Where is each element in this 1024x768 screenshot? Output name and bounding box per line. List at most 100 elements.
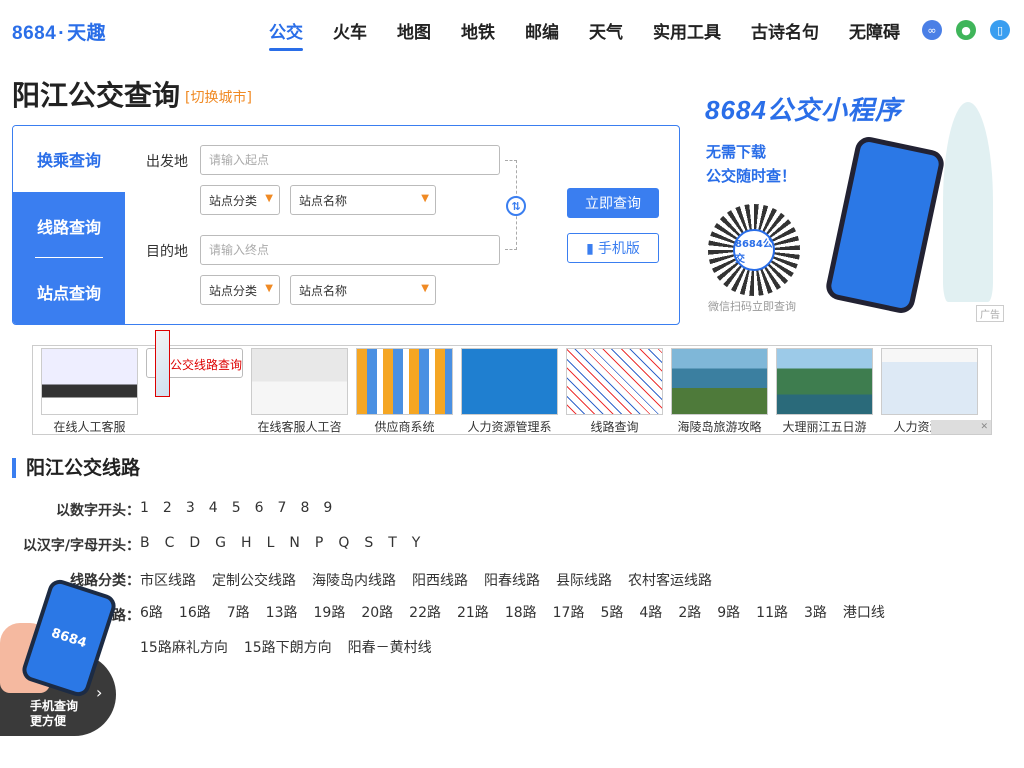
- line-link[interactable]: 19路: [314, 596, 346, 631]
- letter-link[interactable]: S: [364, 535, 373, 555]
- line-link[interactable]: 20路: [361, 596, 393, 631]
- nav-map[interactable]: 地图: [397, 18, 431, 43]
- nav-bus[interactable]: 公交: [269, 18, 303, 51]
- nav-postcode[interactable]: 邮编: [525, 18, 559, 43]
- hot-lines-list: 6路 16路 7路 13路 19路 20路 22路 21路 18路 17路 5路…: [140, 596, 980, 666]
- letter-link[interactable]: N: [289, 535, 299, 555]
- strip-item[interactable]: 在线人工客服: [41, 348, 138, 435]
- digit-index-row: 以数字开头： 1 2 3 4 5 6 7 8 9: [0, 500, 980, 520]
- letter-link[interactable]: T: [388, 535, 397, 555]
- from-station-select[interactable]: 站点名称 ▼: [290, 185, 436, 215]
- strip-item[interactable]: 线路查询: [566, 348, 663, 435]
- line-link[interactable]: 7路: [227, 596, 250, 631]
- strip-item[interactable]: 人力资源管理系: [461, 348, 558, 435]
- ad-subtitle: 无需下载 公交随时查！: [706, 140, 796, 188]
- category-link[interactable]: 市区线路: [140, 570, 196, 590]
- line-link[interactable]: 22路: [409, 596, 441, 631]
- line-link[interactable]: 2路: [678, 596, 701, 631]
- swap-icon[interactable]: ⇅: [506, 196, 526, 216]
- line-link[interactable]: 15路下朗方向: [244, 631, 332, 666]
- mobile-icon[interactable]: ▯: [990, 20, 1010, 40]
- category-link[interactable]: 定制公交线路: [212, 570, 296, 590]
- digit-link[interactable]: 2: [163, 500, 172, 520]
- route-map-thumb: [566, 348, 663, 415]
- strip-item[interactable]: 供应商系统: [356, 348, 453, 435]
- to-input[interactable]: [200, 235, 500, 265]
- island-thumb: [671, 348, 768, 415]
- nav-accessibility[interactable]: 无障碍: [849, 18, 900, 43]
- letter-link[interactable]: Q: [338, 535, 349, 555]
- digit-link[interactable]: 3: [186, 500, 195, 520]
- category-link[interactable]: 海陵岛内线路: [312, 570, 396, 590]
- tab-transfer[interactable]: 换乘查询: [13, 126, 125, 192]
- category-link[interactable]: 县际线路: [556, 570, 612, 590]
- strip-item[interactable]: 在线客服人工咨: [251, 348, 348, 435]
- strip-item[interactable]: 海陵岛旅游攻略: [671, 348, 768, 435]
- line-link[interactable]: 6路: [140, 596, 163, 631]
- digit-link[interactable]: 6: [255, 500, 264, 520]
- category-link[interactable]: 阳春线路: [484, 570, 540, 590]
- line-link[interactable]: 11路: [756, 596, 788, 631]
- category-link[interactable]: 农村客运线路: [628, 570, 712, 590]
- wechat-icon[interactable]: ●: [956, 20, 976, 40]
- mobile-query-widget[interactable]: 8684 手机查询 更方便 ›: [0, 576, 119, 736]
- digit-link[interactable]: 8: [300, 500, 309, 520]
- nav-poetry[interactable]: 古诗名句: [751, 18, 819, 43]
- line-link[interactable]: 16路: [179, 596, 211, 631]
- mobile-version-button[interactable]: ▮ 手机版: [567, 233, 659, 263]
- digit-link[interactable]: 5: [232, 500, 241, 520]
- digit-link[interactable]: 9: [323, 500, 332, 520]
- from-category-value: 站点分类: [209, 193, 258, 208]
- site-logo[interactable]: 8684 · 天趣: [12, 18, 106, 45]
- nav-train[interactable]: 火车: [333, 18, 367, 43]
- close-icon[interactable]: ✕: [931, 420, 991, 434]
- line-link[interactable]: 17路: [553, 596, 585, 631]
- letter-link[interactable]: G: [215, 535, 226, 555]
- tab-station[interactable]: 站点查询: [13, 259, 125, 324]
- chevron-down-icon: ▼: [265, 193, 273, 204]
- to-station-select[interactable]: 站点名称 ▼: [290, 275, 436, 305]
- switch-city-link[interactable]: [切换城市]: [185, 87, 252, 107]
- from-category-select[interactable]: 站点分类 ▼: [200, 185, 280, 215]
- digit-link[interactable]: 4: [209, 500, 218, 520]
- line-link[interactable]: 港口线: [843, 596, 885, 631]
- line-link[interactable]: 阳春－黄村线: [348, 631, 432, 666]
- line-link[interactable]: 21路: [457, 596, 489, 631]
- nav-subway[interactable]: 地铁: [461, 18, 495, 43]
- line-link[interactable]: 9路: [717, 596, 740, 631]
- line-link[interactable]: 3路: [804, 596, 827, 631]
- line-link[interactable]: 4路: [639, 596, 662, 631]
- strip-item-selected[interactable]: 公交线路查询: [146, 329, 243, 397]
- strip-item[interactable]: 大理丽江五日游: [776, 348, 873, 435]
- line-link[interactable]: 5路: [600, 596, 623, 631]
- nav-weather[interactable]: 天气: [589, 18, 623, 43]
- letter-link[interactable]: P: [315, 535, 323, 555]
- letter-link[interactable]: H: [241, 535, 252, 555]
- digit-link[interactable]: 1: [140, 500, 149, 520]
- from-input[interactable]: [200, 145, 500, 175]
- to-station-value: 站点名称: [299, 283, 348, 298]
- letter-link[interactable]: Y: [412, 535, 421, 555]
- mini-program-icon[interactable]: ∞: [922, 20, 942, 40]
- category-link[interactable]: 阳西线路: [412, 570, 468, 590]
- line-link[interactable]: 18路: [505, 596, 537, 631]
- query-button[interactable]: 立即查询: [567, 188, 659, 218]
- widget-text-line1: 手机查询: [30, 699, 79, 713]
- nav-tools[interactable]: 实用工具: [653, 18, 721, 43]
- letter-link[interactable]: D: [189, 535, 200, 555]
- line-link[interactable]: 15路麻礼方向: [140, 631, 228, 666]
- letter-link[interactable]: B: [140, 535, 150, 555]
- tab-line[interactable]: 线路查询: [13, 192, 125, 259]
- letter-list: B C D G H L N P Q S T Y: [140, 535, 980, 555]
- ad-tag: 广告: [976, 305, 1004, 322]
- to-category-value: 站点分类: [209, 283, 258, 298]
- to-category-select[interactable]: 站点分类 ▼: [200, 275, 280, 305]
- main-nav: 公交 火车 地图 地铁 邮编 天气 实用工具 古诗名句 无障碍: [269, 18, 900, 51]
- digit-link[interactable]: 7: [278, 500, 287, 520]
- to-label: 目的地: [146, 244, 188, 260]
- digit-list: 1 2 3 4 5 6 7 8 9: [140, 500, 980, 520]
- letter-link[interactable]: L: [267, 535, 275, 555]
- line-link[interactable]: 13路: [266, 596, 298, 631]
- letter-link[interactable]: C: [165, 535, 175, 555]
- mini-program-ad[interactable]: 8684公交小程序 无需下载 公交随时查！ 8684公交 微信扫码立即查询 广告: [698, 82, 1004, 322]
